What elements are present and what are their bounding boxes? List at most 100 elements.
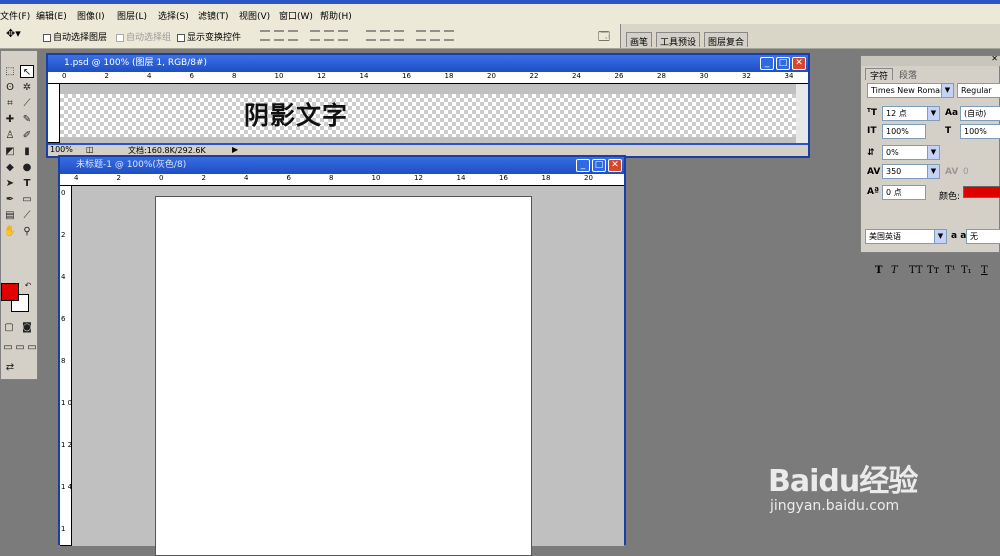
chevron-down-icon[interactable]: ▼ (934, 230, 946, 243)
tracking-select[interactable]: 0% ▼ (882, 145, 940, 160)
distribute-bottom-icon[interactable] (394, 30, 404, 41)
distribute-vcenter-icon[interactable] (380, 30, 390, 41)
show-transform-option[interactable]: 显示变换控件 (177, 30, 241, 43)
text-color-swatch[interactable] (963, 186, 1000, 198)
move-tool-icon[interactable]: ↖ (20, 65, 34, 78)
type-tool-icon[interactable]: T (20, 177, 34, 190)
transparent-canvas[interactable]: 阴影文字 (60, 94, 796, 137)
font-family-select[interactable]: Times New Roman ▼ (867, 83, 954, 98)
tab-brushes[interactable]: 画笔 (626, 32, 653, 48)
pen-tool-icon[interactable]: ✒ (3, 193, 17, 206)
tab-layer-comps[interactable]: 图层复合 (704, 32, 749, 48)
menu-help[interactable]: 帮助(H) (320, 9, 352, 22)
zoom-tool-icon[interactable]: ⚲ (20, 225, 34, 238)
canvas-area[interactable]: 阴影文字 (60, 84, 796, 143)
gradient-tool-icon[interactable]: ▮ (20, 145, 34, 158)
slice-tool-icon[interactable]: ⟋ (20, 97, 34, 110)
foreground-color-swatch[interactable] (1, 283, 19, 301)
menu-image[interactable]: 图像(I) (77, 9, 105, 22)
status-icon[interactable]: ◫ (86, 145, 94, 154)
auto-select-group-option[interactable]: 自动选择组 (116, 30, 171, 43)
white-canvas[interactable] (155, 196, 532, 556)
status-arrow-icon[interactable]: ▶ (232, 145, 238, 154)
path-select-icon[interactable]: ➤ (3, 177, 17, 190)
horizontal-scale-input[interactable]: 100% (960, 124, 1000, 139)
close-button[interactable]: ✕ (608, 159, 622, 172)
chevron-down-icon[interactable]: ▼ (927, 165, 939, 178)
baseline-shift-input[interactable]: 0 点 (882, 185, 926, 200)
minimize-button[interactable]: _ (576, 159, 590, 172)
menu-select[interactable]: 选择(S) (158, 9, 189, 22)
close-button[interactable]: ✕ (792, 57, 806, 70)
minimize-button[interactable]: _ (760, 57, 774, 70)
chevron-down-icon[interactable]: ▼ (927, 146, 939, 159)
tab-character[interactable]: 字符 (865, 68, 894, 82)
align-vcenter-icon[interactable] (274, 30, 284, 41)
checkbox-icon[interactable] (116, 33, 124, 42)
faux-italic-button[interactable]: T (891, 265, 898, 276)
checkbox-icon[interactable] (177, 33, 185, 42)
underline-button[interactable]: T (981, 265, 988, 276)
stamp-tool-icon[interactable]: ♙ (3, 129, 17, 142)
menu-window[interactable]: 窗口(W) (279, 9, 313, 22)
file-browser-icon[interactable]: 🗔 (598, 28, 610, 47)
lasso-tool-icon[interactable]: ʘ (3, 81, 17, 94)
chevron-down-icon[interactable]: ▼ (927, 107, 939, 120)
subscript-button[interactable]: T₁ (961, 265, 972, 276)
zoom-level[interactable]: 100% (50, 145, 73, 154)
healing-brush-icon[interactable]: ✚ (3, 113, 17, 126)
distribute-left-icon[interactable] (416, 30, 426, 41)
move-tool-icon[interactable]: ✥▾ (6, 27, 21, 40)
menu-filter[interactable]: 滤镜(T) (198, 9, 229, 22)
checkbox-icon[interactable] (43, 33, 51, 42)
eraser-tool-icon[interactable]: ◩ (3, 145, 17, 158)
swap-colors-icon[interactable]: ↶ (21, 279, 35, 292)
doc1-title[interactable]: 1.psd @ 100% (图层 1, RGB/8#) (48, 55, 808, 72)
document-window-1[interactable]: 1.psd @ 100% (图层 1, RGB/8#) _ □ ✕ 024681… (46, 53, 810, 158)
align-left-icon[interactable] (310, 30, 320, 41)
panel-header[interactable]: ✕ (861, 54, 1000, 66)
maximize-button[interactable]: □ (776, 57, 790, 70)
menu-layer[interactable]: 图层(L) (117, 9, 147, 22)
text-layer[interactable]: 阴影文字 (244, 96, 348, 132)
magic-wand-icon[interactable]: ✲ (20, 81, 34, 94)
distribute-right-icon[interactable] (444, 30, 454, 41)
font-style-select[interactable]: Regular (957, 83, 1000, 98)
chevron-down-icon[interactable]: ▼ (941, 84, 953, 97)
anti-alias-select[interactable]: 无 (966, 229, 1000, 244)
jump-to-imageready-icon[interactable]: ⇄ (3, 361, 17, 374)
all-caps-button[interactable]: TT (909, 265, 923, 276)
superscript-button[interactable]: T¹ (945, 265, 956, 276)
canvas-area[interactable] (72, 186, 624, 556)
notes-tool-icon[interactable]: ▤ (3, 209, 17, 222)
tab-paragraph[interactable]: 段落 (895, 68, 921, 81)
distribute-top-icon[interactable] (366, 30, 376, 41)
crop-tool-icon[interactable]: ⌗ (3, 97, 17, 110)
auto-select-layer-option[interactable]: 自动选择图层 (43, 30, 107, 43)
small-caps-button[interactable]: Tт (927, 265, 939, 276)
eyedropper-icon[interactable]: ⟋ (20, 209, 34, 222)
vertical-scrollbar[interactable] (796, 84, 808, 143)
document-window-2[interactable]: 未标题-1 @ 100%(灰色/8) _ □ ✕ 4 2 0 2 4 6 8 10 12 14 16… (58, 155, 626, 556)
brush-tool-icon[interactable]: ✎ (20, 113, 34, 126)
menu-file[interactable]: 文件(F) (0, 9, 30, 22)
kerning-select[interactable]: 350 ▼ (882, 164, 940, 179)
shape-tool-icon[interactable]: ▭ (20, 193, 34, 206)
distribute-hcenter-icon[interactable] (430, 30, 440, 41)
marquee-tool-icon[interactable]: ⬚ (3, 65, 17, 78)
standard-mode-icon[interactable]: ▢ (2, 321, 16, 334)
doc2-title[interactable]: 未标题-1 @ 100%(灰色/8) (60, 157, 624, 174)
history-brush-icon[interactable]: ✐ (20, 129, 34, 142)
leading-select[interactable]: (自动) (960, 106, 1000, 121)
align-right-icon[interactable] (338, 30, 348, 41)
align-top-icon[interactable] (260, 30, 270, 41)
vertical-scale-input[interactable]: 100% (882, 124, 926, 139)
language-select[interactable]: 美国英语 ▼ (865, 229, 947, 244)
align-bottom-icon[interactable] (288, 30, 298, 41)
menu-edit[interactable]: 编辑(E) (36, 9, 67, 22)
screen-mode-full-icon[interactable]: ▭ (25, 341, 39, 354)
maximize-button[interactable]: □ (592, 159, 606, 172)
blur-tool-icon[interactable]: ◆ (3, 161, 17, 174)
hand-tool-icon[interactable]: ✋ (3, 225, 17, 238)
close-icon[interactable]: ✕ (991, 54, 998, 63)
